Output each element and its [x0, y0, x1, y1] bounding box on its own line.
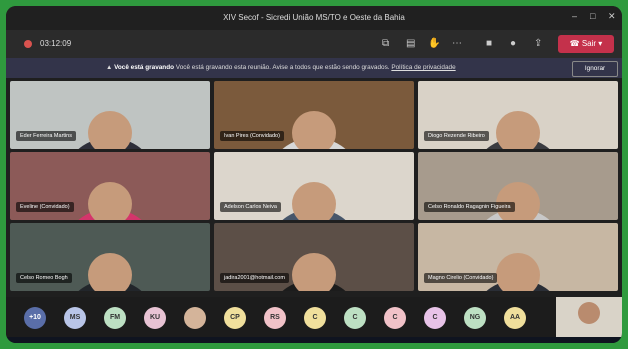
- participant-name: Celso Ronaldo Ragagnin Figueira: [424, 202, 515, 212]
- window-title: XIV Secof - Sicredi União MS/TO e Oeste …: [223, 13, 405, 22]
- participant-tile[interactable]: Celso Romeo Bogh: [10, 223, 210, 291]
- participant-tile[interactable]: Adelson Carlos Neiva: [214, 152, 414, 220]
- self-view-person: [578, 302, 600, 324]
- self-view-video: [556, 297, 622, 337]
- recording-icon: [24, 40, 32, 48]
- recording-banner: ▲ Você está gravando Você está gravando …: [6, 58, 622, 78]
- attendee-avatar[interactable]: C: [424, 307, 446, 329]
- participant-face: [88, 182, 132, 220]
- chat-icon[interactable]: ▤: [406, 38, 415, 49]
- meeting-toolbar: 03:12:09 ⧉ ▤ ✋ ⋯ ■ ● ⇪ ☎ Sair ▾: [6, 30, 622, 58]
- video-grid: Eder Ferreira Martins Ivan Pires (Convida…: [10, 81, 618, 295]
- windows-taskbar: [6, 337, 622, 343]
- participant-tile[interactable]: Ivan Pires (Convidado): [214, 81, 414, 149]
- attendee-avatar[interactable]: FM: [104, 307, 126, 329]
- privacy-policy-link[interactable]: Política de privacidade: [391, 64, 455, 71]
- participant-name: jadira2001@hotmail.com: [220, 273, 289, 283]
- leave-button[interactable]: ☎ Sair ▾: [558, 35, 614, 53]
- meeting-timer: 03:12:09: [40, 39, 72, 48]
- participant-tile[interactable]: Eder Ferreira Martins: [10, 81, 210, 149]
- attendee-avatar[interactable]: MS: [64, 307, 86, 329]
- participant-name: Adelson Carlos Neiva: [220, 202, 281, 212]
- title-bar: XIV Secof - Sicredi União MS/TO e Oeste …: [6, 6, 622, 30]
- attendee-avatar[interactable]: +10: [24, 307, 46, 329]
- share-tray-icon[interactable]: ⇪: [534, 38, 542, 49]
- participant-face: [292, 182, 336, 220]
- participant-name: Eveline (Convidado): [16, 202, 74, 212]
- participant-name: Diogo Rezende Ribeiro: [424, 131, 489, 141]
- participant-tile[interactable]: Diogo Rezende Ribeiro: [418, 81, 618, 149]
- attendee-avatar[interactable]: C: [304, 307, 326, 329]
- participant-name: Celso Romeo Bogh: [16, 273, 72, 283]
- attendee-avatar[interactable]: NG: [464, 307, 486, 329]
- participant-tile[interactable]: Eveline (Convidado): [10, 152, 210, 220]
- participant-face: [88, 253, 132, 291]
- participant-name: Eder Ferreira Martins: [16, 131, 76, 141]
- attendee-avatar[interactable]: C: [344, 307, 366, 329]
- raise-hand-icon[interactable]: ✋: [428, 38, 440, 49]
- participant-face: [496, 253, 540, 291]
- maximize-button[interactable]: □: [590, 11, 595, 21]
- attendee-strip: +10 MS FM KU CP RS C C C C NG AA: [6, 297, 622, 337]
- participant-face: [292, 111, 336, 149]
- participant-face: [496, 182, 540, 220]
- close-button[interactable]: ✕: [608, 11, 616, 22]
- banner-title: Você está gravando: [114, 64, 175, 71]
- attendee-avatar[interactable]: RS: [264, 307, 286, 329]
- minimize-button[interactable]: –: [572, 11, 577, 21]
- attendee-avatar[interactable]: C: [384, 307, 406, 329]
- leave-label: Sair: [581, 39, 597, 48]
- attendee-avatar[interactable]: AA: [504, 307, 526, 329]
- share-screen-icon[interactable]: ⧉: [382, 38, 389, 49]
- participant-face: [496, 111, 540, 149]
- participant-name: Magno Cirelio (Convidado): [424, 273, 498, 283]
- participant-face: [292, 253, 336, 291]
- participant-tile[interactable]: Celso Ronaldo Ragagnin Figueira: [418, 152, 618, 220]
- participant-tile[interactable]: jadira2001@hotmail.com: [214, 223, 414, 291]
- more-options-icon[interactable]: ⋯: [452, 38, 462, 49]
- teams-window: XIV Secof - Sicredi União MS/TO e Oeste …: [6, 6, 622, 343]
- participant-name: Ivan Pires (Convidado): [220, 131, 284, 141]
- attendee-avatar[interactable]: KU: [144, 307, 166, 329]
- ignore-button[interactable]: Ignorar: [572, 61, 618, 77]
- microphone-icon[interactable]: ●: [510, 38, 516, 49]
- attendee-avatar[interactable]: CP: [224, 307, 246, 329]
- warning-icon: ▲: [106, 64, 115, 71]
- attendee-avatar[interactable]: [184, 307, 206, 329]
- camera-icon[interactable]: ■: [486, 38, 492, 49]
- participant-tile[interactable]: Magno Cirelio (Convidado): [418, 223, 618, 291]
- phone-icon: ☎: [569, 39, 582, 48]
- participant-face: [88, 111, 132, 149]
- banner-message: Você está gravando esta reunião. Avise a…: [175, 64, 390, 71]
